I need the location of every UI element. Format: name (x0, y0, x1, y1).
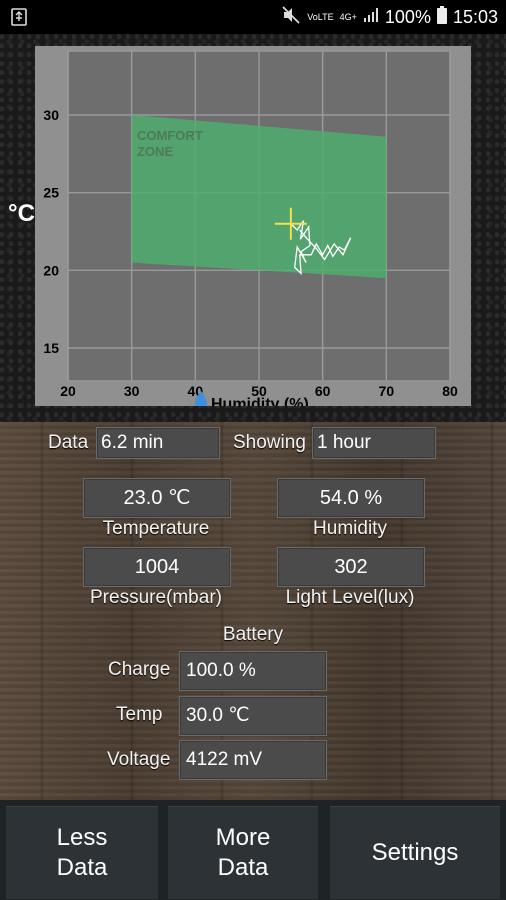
x-tick-label: 30 (124, 383, 140, 399)
comfort-chart[interactable]: COMFORT ZONE 20 30 40 50 60 70 80 15 20 25 30 Humidit… (35, 46, 471, 406)
x-tick-label: 20 (60, 383, 76, 399)
humidity-value: 54.0 % (277, 478, 425, 518)
data-label: Data (48, 432, 89, 453)
mute-icon (281, 5, 301, 29)
x-tick-label: 70 (379, 383, 395, 399)
more-data-line-2: Data (217, 854, 269, 881)
battery-temp-label: Temp (116, 704, 163, 725)
more-data-button[interactable]: More Data (168, 806, 318, 899)
less-data-button[interactable]: Less Data (6, 806, 158, 899)
comfort-zone-label: COMFORT (137, 128, 203, 143)
y-axis-unit: °C (8, 200, 35, 227)
x-tick-label: 60 (315, 383, 331, 399)
clock: 15:03 (452, 6, 498, 27)
volte-indicator: VoLTE (307, 11, 334, 22)
x-tick-label: 80 (442, 383, 458, 399)
bottom-button-bar: Less Data More Data Settings (0, 800, 506, 900)
y-tick-label: 25 (43, 185, 59, 201)
comfort-zone-label: ZONE (137, 144, 173, 159)
voltage-label: Voltage (107, 749, 171, 770)
chart-area: °C COMFORT ZONE 20 30 40 50 60 70 80 15 20 25 30 Humi… (0, 34, 506, 422)
temperature-label: Temperature (102, 518, 210, 539)
temperature-value: 23.0 ℃ (83, 478, 231, 518)
more-data-line-1: More (215, 824, 271, 851)
pressure-label: Pressure(mbar) (90, 587, 222, 608)
battery-icon (436, 5, 447, 29)
charge-label: Charge (108, 659, 171, 680)
x-axis-label: Humidity (%) (211, 396, 309, 406)
y-tick-label: 15 (43, 340, 59, 356)
status-bar: VoLTE 4G+ 100% 15:03 (0, 0, 506, 34)
charge-value: 100.0 % (179, 651, 327, 691)
showing-label: Showing (233, 432, 306, 453)
voltage-value: 4122 mV (179, 740, 327, 780)
battery-percent: 100% (384, 6, 431, 27)
battery-temp-value: 30.0 ℃ (179, 696, 327, 736)
chart-svg: COMFORTZONE20 30 40 50 60 70 8015202530Humidit… (43, 50, 458, 406)
usb-icon (10, 7, 28, 27)
readings-panel: Data 6.2 min Showing 1 hour 23.0 ℃ Tempe… (0, 422, 506, 800)
settings-button[interactable]: Settings (330, 806, 500, 899)
humidity-label: Humidity (313, 518, 387, 539)
less-data-line-1: Less (56, 824, 108, 851)
y-tick-label: 30 (43, 107, 59, 123)
battery-title: Battery (222, 624, 284, 645)
data-interval-field[interactable]: 6.2 min (96, 427, 220, 459)
network-type: 4G+ (339, 11, 357, 22)
pressure-value: 1004 (83, 547, 231, 587)
light-label: Light Level(lux) (285, 587, 415, 608)
signal-icon (363, 7, 379, 28)
y-tick-label: 20 (43, 262, 59, 278)
less-data-line-2: Data (56, 854, 108, 881)
showing-range-field[interactable]: 1 hour (312, 427, 436, 459)
light-value: 302 (277, 547, 425, 587)
